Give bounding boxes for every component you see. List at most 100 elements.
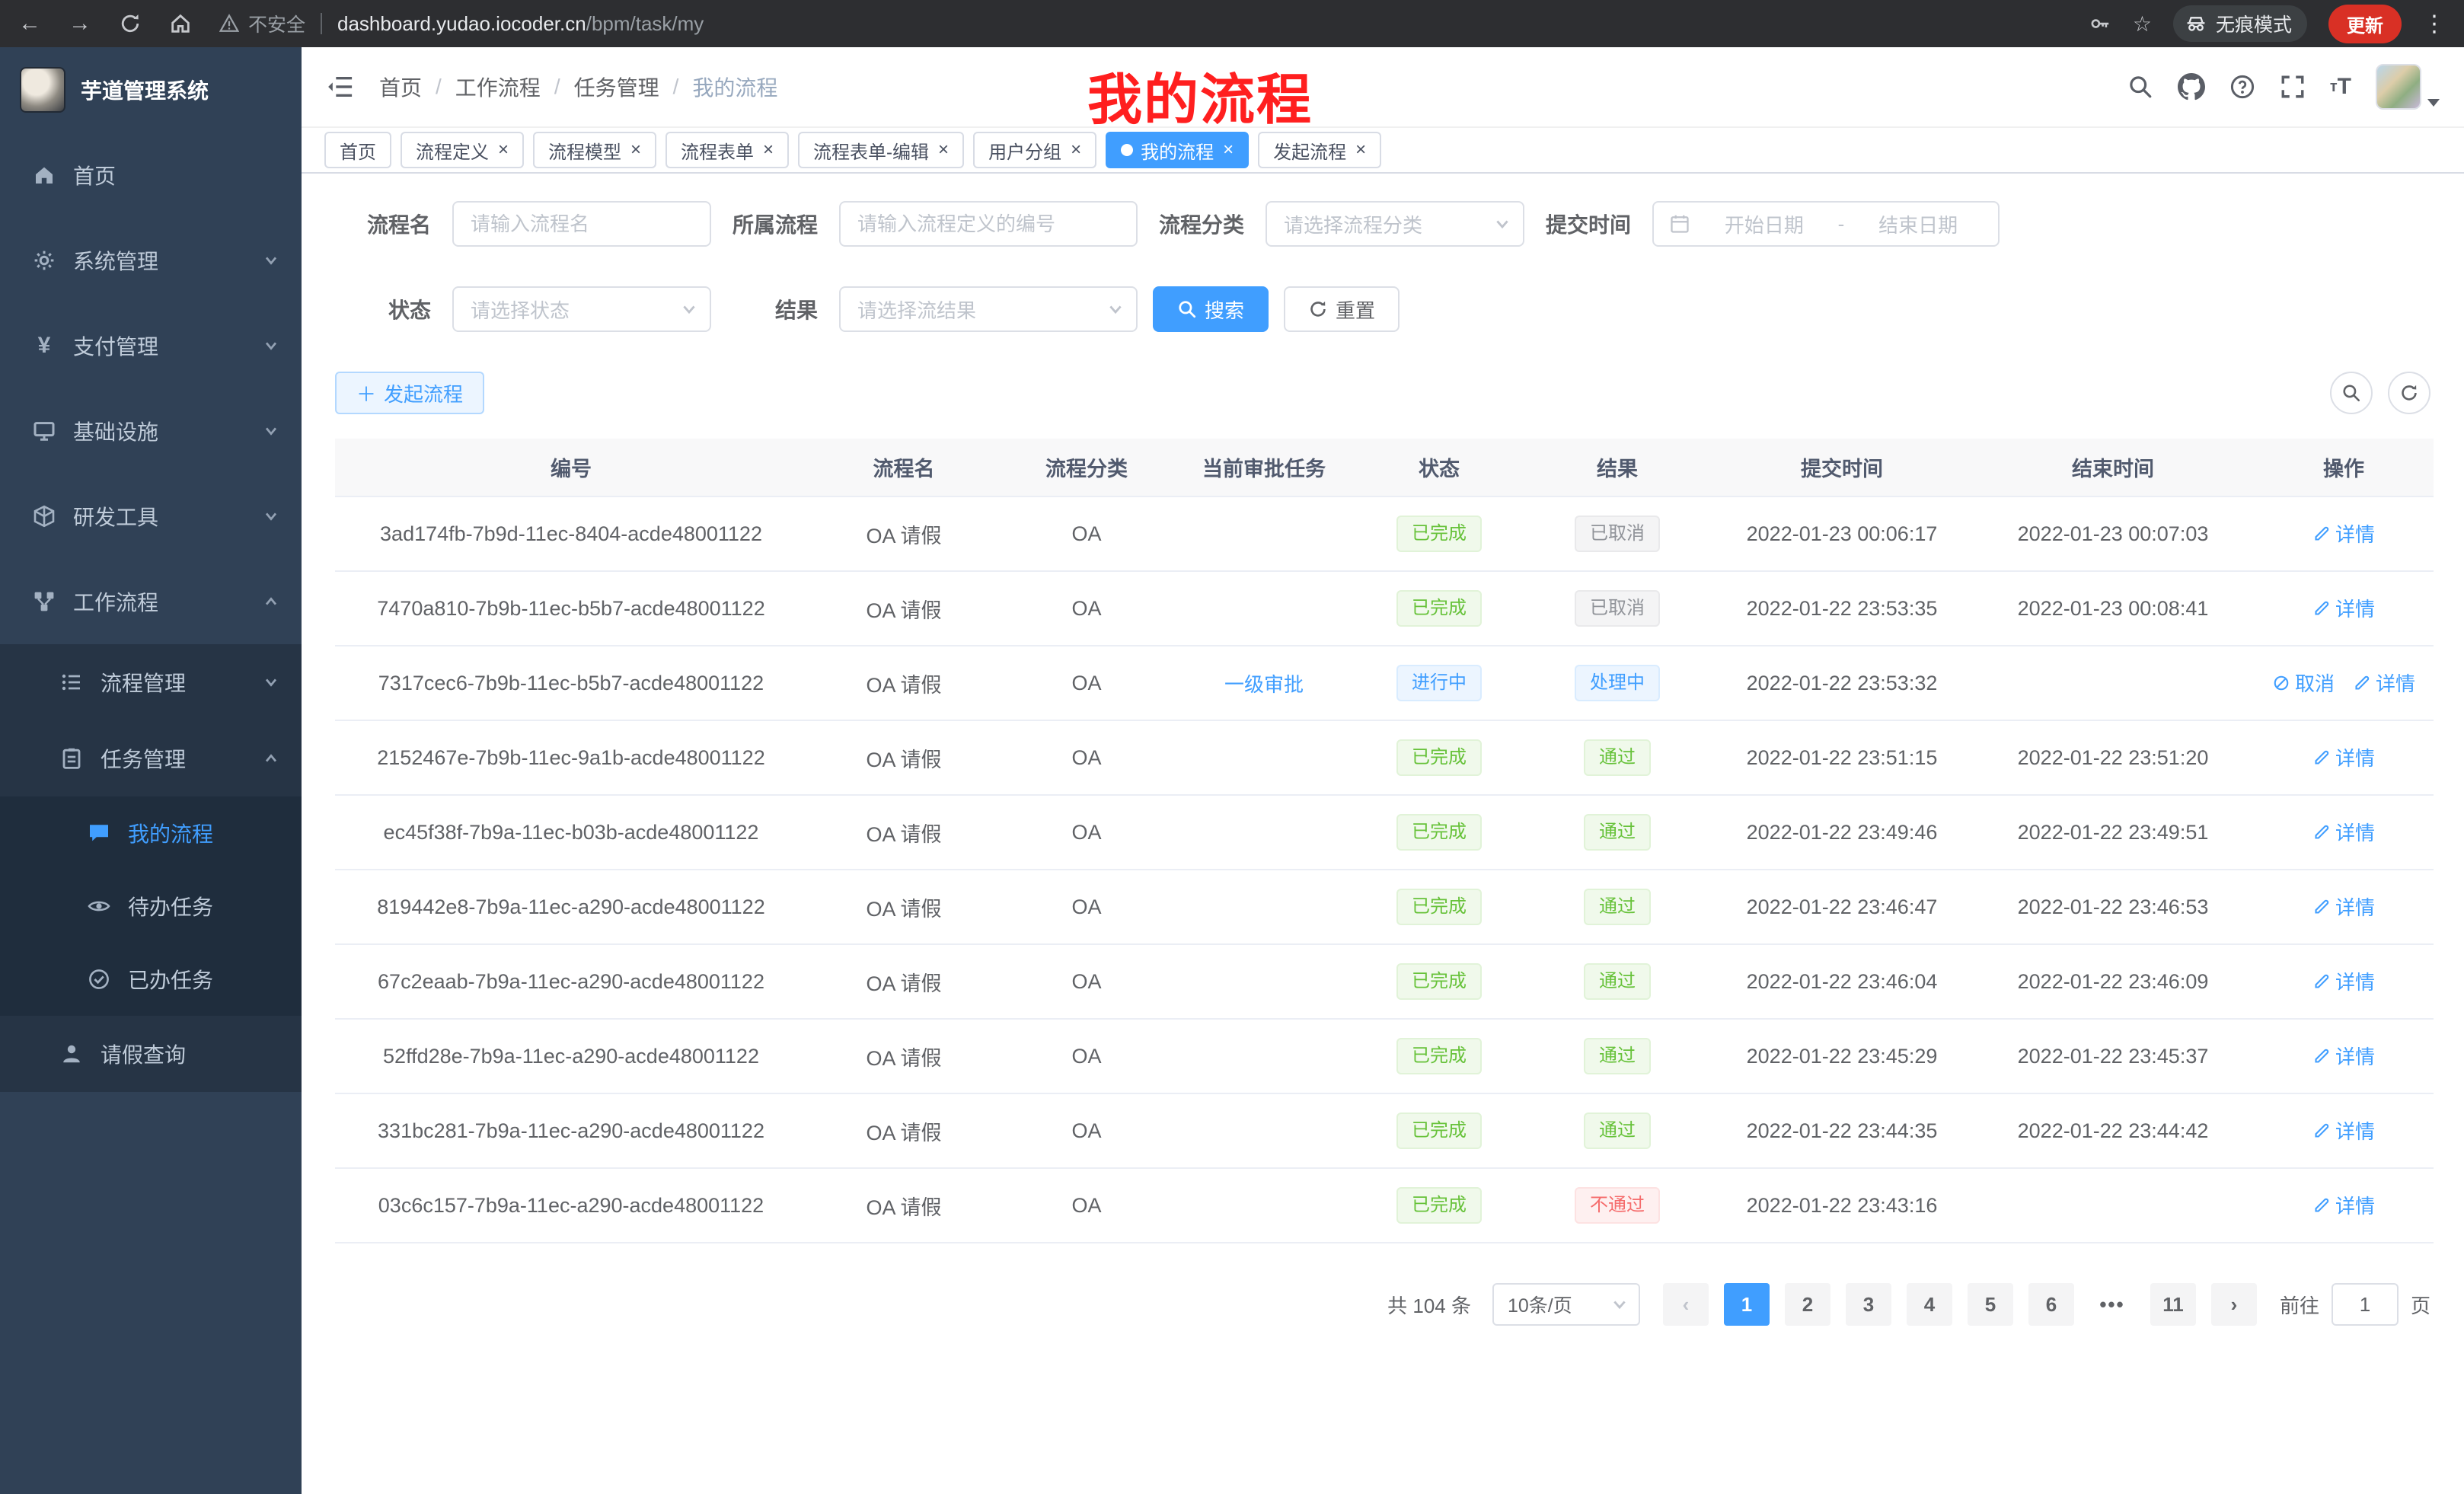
search-icon[interactable]: [2127, 74, 2153, 100]
sidebar-item-todo-tasks[interactable]: 待办任务: [0, 870, 302, 943]
password-key-icon[interactable]: [2089, 12, 2111, 35]
sidebar-item-workflow[interactable]: 工作流程: [0, 559, 302, 644]
user-menu[interactable]: [2376, 64, 2440, 110]
cell-name: OA 请假: [807, 1019, 1001, 1093]
cell-actions: 详情: [2254, 720, 2434, 795]
detail-action-link[interactable]: 详情: [2312, 743, 2375, 771]
cell-result: 通过: [1523, 870, 1712, 944]
tab-1[interactable]: 首页: [324, 132, 391, 168]
sidebar-item-system[interactable]: 系统管理: [0, 218, 302, 303]
pagination-prev-button[interactable]: ‹: [1663, 1283, 1709, 1326]
calendar-icon: [1669, 213, 1690, 235]
refresh-table-button[interactable]: [2388, 372, 2430, 414]
detail-icon: [2312, 1047, 2331, 1065]
sidebar-item-devtools[interactable]: 研发工具: [0, 474, 302, 559]
detail-action-link[interactable]: 详情: [2312, 1042, 2375, 1070]
tab-close-icon[interactable]: ×: [1223, 141, 1234, 159]
tab-6[interactable]: 用户分组×: [973, 132, 1096, 168]
action-label: 详情: [2335, 818, 2375, 846]
submit-time-range[interactable]: 开始日期 - 结束日期: [1652, 201, 2000, 247]
pagination-page-1[interactable]: 1: [1724, 1283, 1770, 1326]
cell-category: OA: [1001, 720, 1173, 795]
avatar[interactable]: [2376, 64, 2421, 110]
filter-row-1: 流程名 所属流程 流程分类 请选择流程分类 提交时间: [335, 201, 2430, 247]
hamburger-icon[interactable]: [326, 74, 355, 100]
pagination-page-11[interactable]: 11: [2150, 1283, 2196, 1326]
category-select[interactable]: 请选择流程分类: [1266, 201, 1524, 247]
sidebar-item-done-tasks[interactable]: 已办任务: [0, 943, 302, 1016]
detail-action-link[interactable]: 详情: [2312, 519, 2375, 547]
pagination-next-button[interactable]: ›: [2211, 1283, 2257, 1326]
app-logo[interactable]: 芋道管理系统: [0, 47, 302, 132]
status-select[interactable]: 请选择状态: [452, 286, 711, 332]
page-size-select[interactable]: 10条/页: [1492, 1283, 1640, 1326]
reset-button[interactable]: 重置: [1284, 286, 1400, 332]
pagination-page-2[interactable]: 2: [1785, 1283, 1830, 1326]
sidebar-item-infrastructure[interactable]: 基础设施: [0, 388, 302, 474]
url-divider: [321, 13, 322, 34]
github-icon[interactable]: [2178, 73, 2205, 101]
process-name-input[interactable]: [452, 201, 711, 247]
browser-back-icon[interactable]: ←: [18, 11, 41, 37]
create-process-button[interactable]: ＋ 发起流程: [335, 372, 484, 414]
detail-action-link[interactable]: 详情: [2312, 892, 2375, 921]
search-button[interactable]: 搜索: [1153, 286, 1269, 332]
cell-task: [1173, 720, 1355, 795]
pagination-more-icon[interactable]: •••: [2089, 1293, 2135, 1317]
sidebar-item-task-management[interactable]: 任务管理: [0, 720, 302, 796]
pagination-page-6[interactable]: 6: [2028, 1283, 2074, 1326]
browser-update-button[interactable]: 更新: [2328, 5, 2402, 43]
pagination-page-5[interactable]: 5: [1968, 1283, 2013, 1326]
detail-action-link[interactable]: 详情: [2353, 669, 2415, 697]
tab-7[interactable]: 我的流程×: [1106, 132, 1249, 168]
process-def-input[interactable]: [839, 201, 1138, 247]
tab-8[interactable]: 发起流程×: [1258, 132, 1381, 168]
tab-2[interactable]: 流程定义×: [401, 132, 524, 168]
detail-action-link[interactable]: 详情: [2312, 594, 2375, 622]
sidebar-item-payment[interactable]: ¥ 支付管理: [0, 303, 302, 388]
browser-reload-icon[interactable]: [119, 12, 142, 35]
pagination-page-4[interactable]: 4: [1907, 1283, 1952, 1326]
tab-close-icon[interactable]: ×: [630, 141, 641, 159]
detail-action-link[interactable]: 详情: [2312, 967, 2375, 995]
tab-close-icon[interactable]: ×: [1355, 141, 1366, 159]
tab-3[interactable]: 流程模型×: [533, 132, 656, 168]
fullscreen-icon[interactable]: [2280, 74, 2306, 100]
address-bar[interactable]: 不安全 dashboard.yudao.iocoder.cn/bpm/task/…: [219, 10, 704, 37]
bookmark-star-icon[interactable]: ☆: [2133, 11, 2152, 37]
breadcrumb-item[interactable]: 任务管理: [574, 72, 659, 102]
sidebar-item-process-management[interactable]: 流程管理: [0, 644, 302, 720]
breadcrumb-item[interactable]: 首页: [379, 72, 422, 102]
detail-action-link[interactable]: 详情: [2312, 1191, 2375, 1219]
tab-5[interactable]: 流程表单-编辑×: [798, 132, 964, 168]
sidebar-item-leave-query[interactable]: 请假查询: [0, 1016, 302, 1092]
breadcrumb-item[interactable]: 工作流程: [455, 72, 541, 102]
browser-home-icon[interactable]: [169, 12, 192, 35]
cell-id: 52ffd28e-7b9a-11ec-a290-acde48001122: [335, 1019, 807, 1093]
chevron-down-icon: [263, 253, 279, 268]
tab-close-icon[interactable]: ×: [498, 141, 509, 159]
goto-page-input[interactable]: [2332, 1283, 2399, 1326]
create-process-label: 发起流程: [384, 379, 463, 407]
tab-close-icon[interactable]: ×: [1071, 141, 1081, 159]
detail-action-link[interactable]: 详情: [2312, 1116, 2375, 1144]
browser-menu-icon[interactable]: ⋮: [2423, 11, 2446, 37]
tab-close-icon[interactable]: ×: [938, 141, 949, 159]
cancel-action-link[interactable]: 取消: [2272, 669, 2335, 697]
result-badge: 已取消: [1575, 516, 1660, 552]
result-select[interactable]: 请选择流结果: [839, 286, 1138, 332]
tab-close-icon[interactable]: ×: [763, 141, 774, 159]
toggle-search-button[interactable]: [2330, 372, 2373, 414]
browser-forward-icon[interactable]: →: [69, 11, 91, 37]
font-size-icon[interactable]: тT: [2330, 74, 2351, 100]
logo-image: [20, 67, 65, 113]
column-header: 编号: [335, 439, 807, 496]
detail-action-link[interactable]: 详情: [2312, 818, 2375, 846]
pagination-page-3[interactable]: 3: [1846, 1283, 1891, 1326]
tab-4[interactable]: 流程表单×: [665, 132, 789, 168]
sidebar-item-home[interactable]: 首页: [0, 132, 302, 218]
help-icon[interactable]: [2229, 74, 2255, 100]
cell-task: [1173, 571, 1355, 646]
task-link[interactable]: 一级审批: [1224, 673, 1304, 696]
sidebar-item-my-process[interactable]: 我的流程: [0, 796, 302, 870]
